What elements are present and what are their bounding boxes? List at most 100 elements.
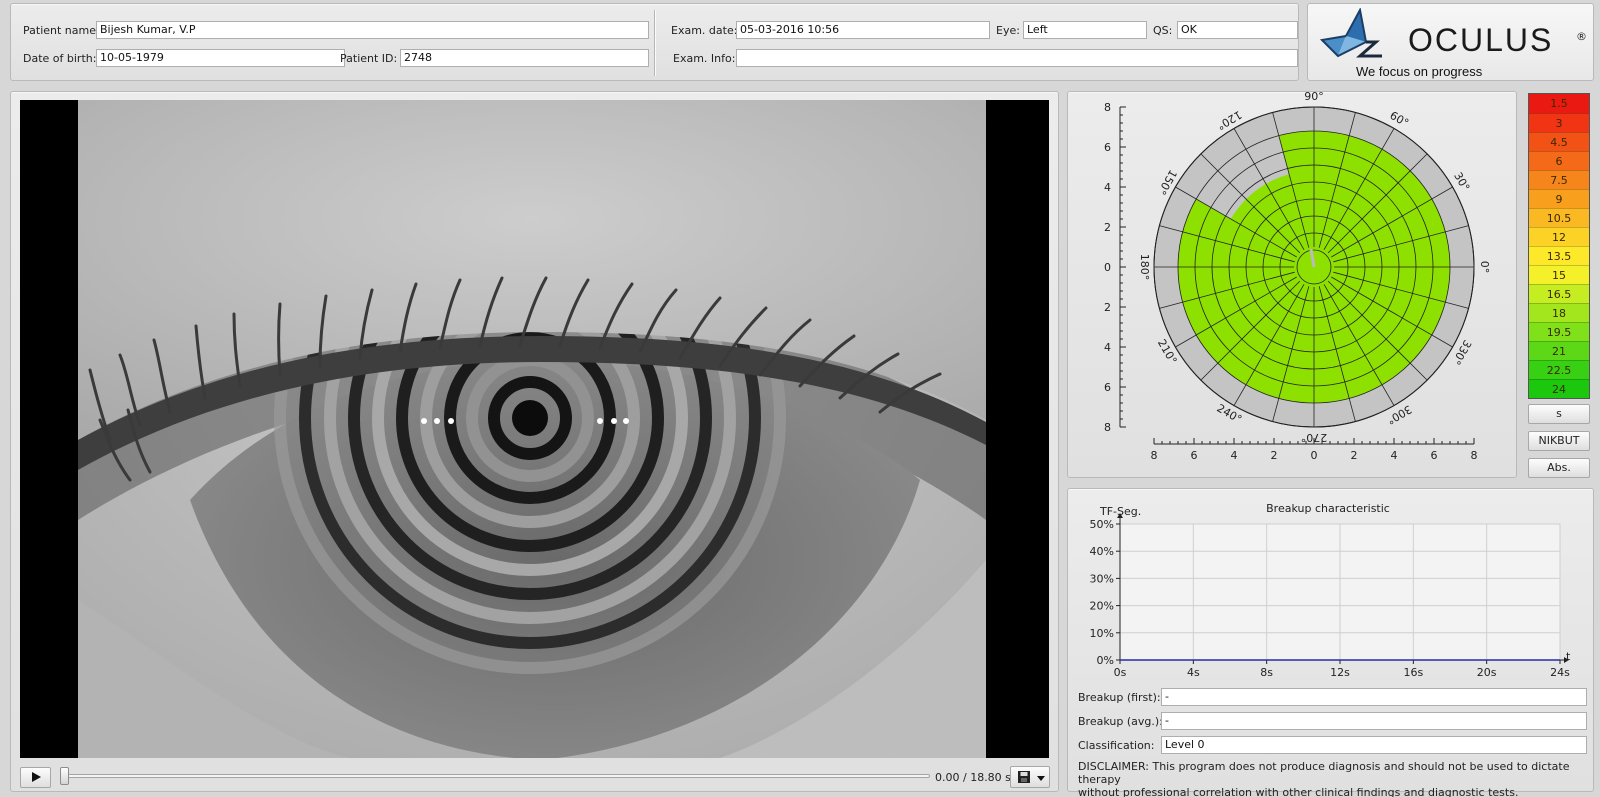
polar-angle-label: 0° <box>1478 261 1491 274</box>
exam-date-label: Exam. date: <box>671 24 738 37</box>
chart-x-tick-label: 20s <box>1477 666 1497 679</box>
chart-y-tick-label: 20% <box>1090 600 1114 613</box>
breakup-panel: TF-Seg. Breakup characteristic 0s 4s 8s 12s… <box>1067 488 1594 797</box>
scale-cell: 10.5 <box>1529 208 1589 227</box>
patient-name-field[interactable]: Bijesh Kumar, V.P <box>96 21 649 39</box>
save-menu-button[interactable] <box>1010 766 1050 788</box>
eye-field[interactable]: Left <box>1023 21 1147 39</box>
patient-id-label: Patient ID: <box>340 52 398 65</box>
polar-left-tick-label: 4 <box>1104 341 1111 354</box>
exam-info-field[interactable] <box>736 49 1298 67</box>
breakup-chart: TF-Seg. Breakup characteristic 0s 4s 8s 12s… <box>1090 502 1571 679</box>
chart-grid: 0s 4s 8s 12s 16s 20s 24s 50% 40% 30% 20% 10% 0% <box>1090 513 1570 679</box>
eye-label: Eye: <box>996 24 1020 37</box>
polar-bottom-tick-label: 8 <box>1151 449 1158 462</box>
scale-cell: 3 <box>1529 113 1589 132</box>
date-of-birth-field[interactable]: 10-05-1979 <box>96 49 345 67</box>
polar-bottom-tick-label: 0 <box>1311 449 1318 462</box>
chart-xlabel: t <box>1566 650 1571 663</box>
qs-field[interactable]: OK <box>1177 21 1298 39</box>
disclaimer-text: DISCLAIMER: This program does not produc… <box>1078 760 1588 797</box>
disclaimer-line-2: without professional correlation with ot… <box>1078 786 1519 797</box>
chart-y-tick-label: 30% <box>1090 572 1114 585</box>
polar-left-tick-label: 8 <box>1104 101 1111 114</box>
polar-bottom-tick-label: 6 <box>1431 449 1438 462</box>
play-button[interactable] <box>20 767 51 788</box>
polar-grid <box>1153 106 1475 428</box>
chart-y-tick-label: 50% <box>1090 518 1114 531</box>
chart-x-tick-label: 24s <box>1550 666 1570 679</box>
scale-cell: 6 <box>1529 151 1589 170</box>
exam-date-field[interactable]: 05-03-2016 10:56 <box>736 21 990 39</box>
scale-cell: 16.5 <box>1529 284 1589 303</box>
scale-cell: 12 <box>1529 227 1589 246</box>
time-readout: 0.00 / 18.80 s <box>935 771 1011 784</box>
chart-title: Breakup characteristic <box>1266 502 1390 515</box>
brand-tagline: We focus on progress <box>1356 64 1483 79</box>
polar-left-tick-label: 6 <box>1104 141 1111 154</box>
scale-cell: 24 <box>1529 379 1589 398</box>
scale-cell: 21 <box>1529 341 1589 360</box>
play-icon <box>31 772 41 782</box>
polar-bottom-tick-label: 2 <box>1271 449 1278 462</box>
scale-cell: 1.5 <box>1529 94 1589 113</box>
chart-x-tick-label: 0s <box>1114 666 1127 679</box>
brand-name: OCULUS <box>1408 22 1554 58</box>
breakup-avg-label: Breakup (avg.): <box>1078 715 1163 728</box>
date-of-birth-label: Date of birth: <box>23 52 97 65</box>
polar-bottom-tick-label: 4 <box>1231 449 1238 462</box>
scale-cell: 4.5 <box>1529 132 1589 151</box>
breakup-first-label: Breakup (first): <box>1078 691 1161 704</box>
breakup-avg-field[interactable]: - <box>1161 712 1587 730</box>
chart-y-tick-label: 10% <box>1090 627 1114 640</box>
polar-bottom-tick-label: 8 <box>1471 449 1478 462</box>
unit-s-button[interactable]: s <box>1528 404 1590 424</box>
polar-bottom-tick-label: 2 <box>1351 449 1358 462</box>
chart-y-tick-label: 40% <box>1090 545 1114 558</box>
qs-label: QS: <box>1153 24 1173 37</box>
scale-cell: 19.5 <box>1529 322 1589 341</box>
polar-left-tick-label: 0 <box>1104 261 1111 274</box>
polar-left-tick-label: 2 <box>1104 221 1111 234</box>
chart-x-tick-label: 16s <box>1403 666 1423 679</box>
polar-bottom-tick-label: 6 <box>1191 449 1198 462</box>
polar-map[interactable]: 90°60°30°0°330°300°270°240°210°180°150°1… <box>1068 92 1518 479</box>
patient-info-panel: Patient name: Bijesh Kumar, V.P Date of … <box>10 3 1299 81</box>
scale-cell: 18 <box>1529 303 1589 322</box>
timeline-track[interactable] <box>60 774 930 778</box>
polar-left-tick-label: 2 <box>1104 301 1111 314</box>
nikbut-button[interactable]: NIKBUT <box>1528 431 1590 451</box>
polar-angle-label: 180° <box>1138 254 1151 281</box>
polar-left-tick-label: 8 <box>1104 421 1111 434</box>
scale-cell: 13.5 <box>1529 246 1589 265</box>
patient-name-label: Patient name: <box>23 24 100 37</box>
polar-angle-label: 90° <box>1304 92 1324 103</box>
patient-id-field[interactable]: 2748 <box>400 49 649 67</box>
chart-x-tick-label: 4s <box>1187 666 1200 679</box>
eye-image[interactable] <box>20 100 1049 758</box>
scale-cell: 22.5 <box>1529 360 1589 379</box>
timeline-slider-thumb[interactable] <box>60 767 69 785</box>
classification-label: Classification: <box>1078 739 1155 752</box>
header-divider <box>654 10 656 76</box>
abs-button[interactable]: Abs. <box>1528 458 1590 478</box>
nikbut-color-scale: 1.5 3 4.5 6 7.5 9 10.5 12 13.5 15 16.5 18 19.5 21 22.5… <box>1528 93 1590 399</box>
polar-left-tick-label: 6 <box>1104 381 1111 394</box>
oculus-logo-panel: OCULUS ® We focus on progress <box>1307 3 1594 81</box>
chart-y-tick-label: 0% <box>1097 654 1114 667</box>
disclaimer-line-1: DISCLAIMER: This program does not produc… <box>1078 760 1570 786</box>
chart-x-tick-label: 12s <box>1330 666 1350 679</box>
floppy-disk-icon <box>1018 771 1030 783</box>
scale-cell: 15 <box>1529 265 1589 284</box>
breakup-first-field[interactable]: - <box>1161 688 1587 706</box>
exam-info-label: Exam. Info: <box>673 52 736 65</box>
oculus-logo-icon <box>1319 8 1382 58</box>
scale-cell: 9 <box>1529 189 1589 208</box>
scale-cell: 7.5 <box>1529 170 1589 189</box>
chart-x-tick-label: 8s <box>1260 666 1273 679</box>
polar-map-panel: 90° 60° 30° 0° 330° 300° 270° 240° 210° 180° 150° 1… <box>1067 91 1517 478</box>
registered-mark: ® <box>1576 30 1587 43</box>
polar-bottom-tick-label: 4 <box>1391 449 1398 462</box>
classification-field[interactable]: Level 0 <box>1161 736 1587 754</box>
triangle-down-icon <box>1037 776 1045 781</box>
